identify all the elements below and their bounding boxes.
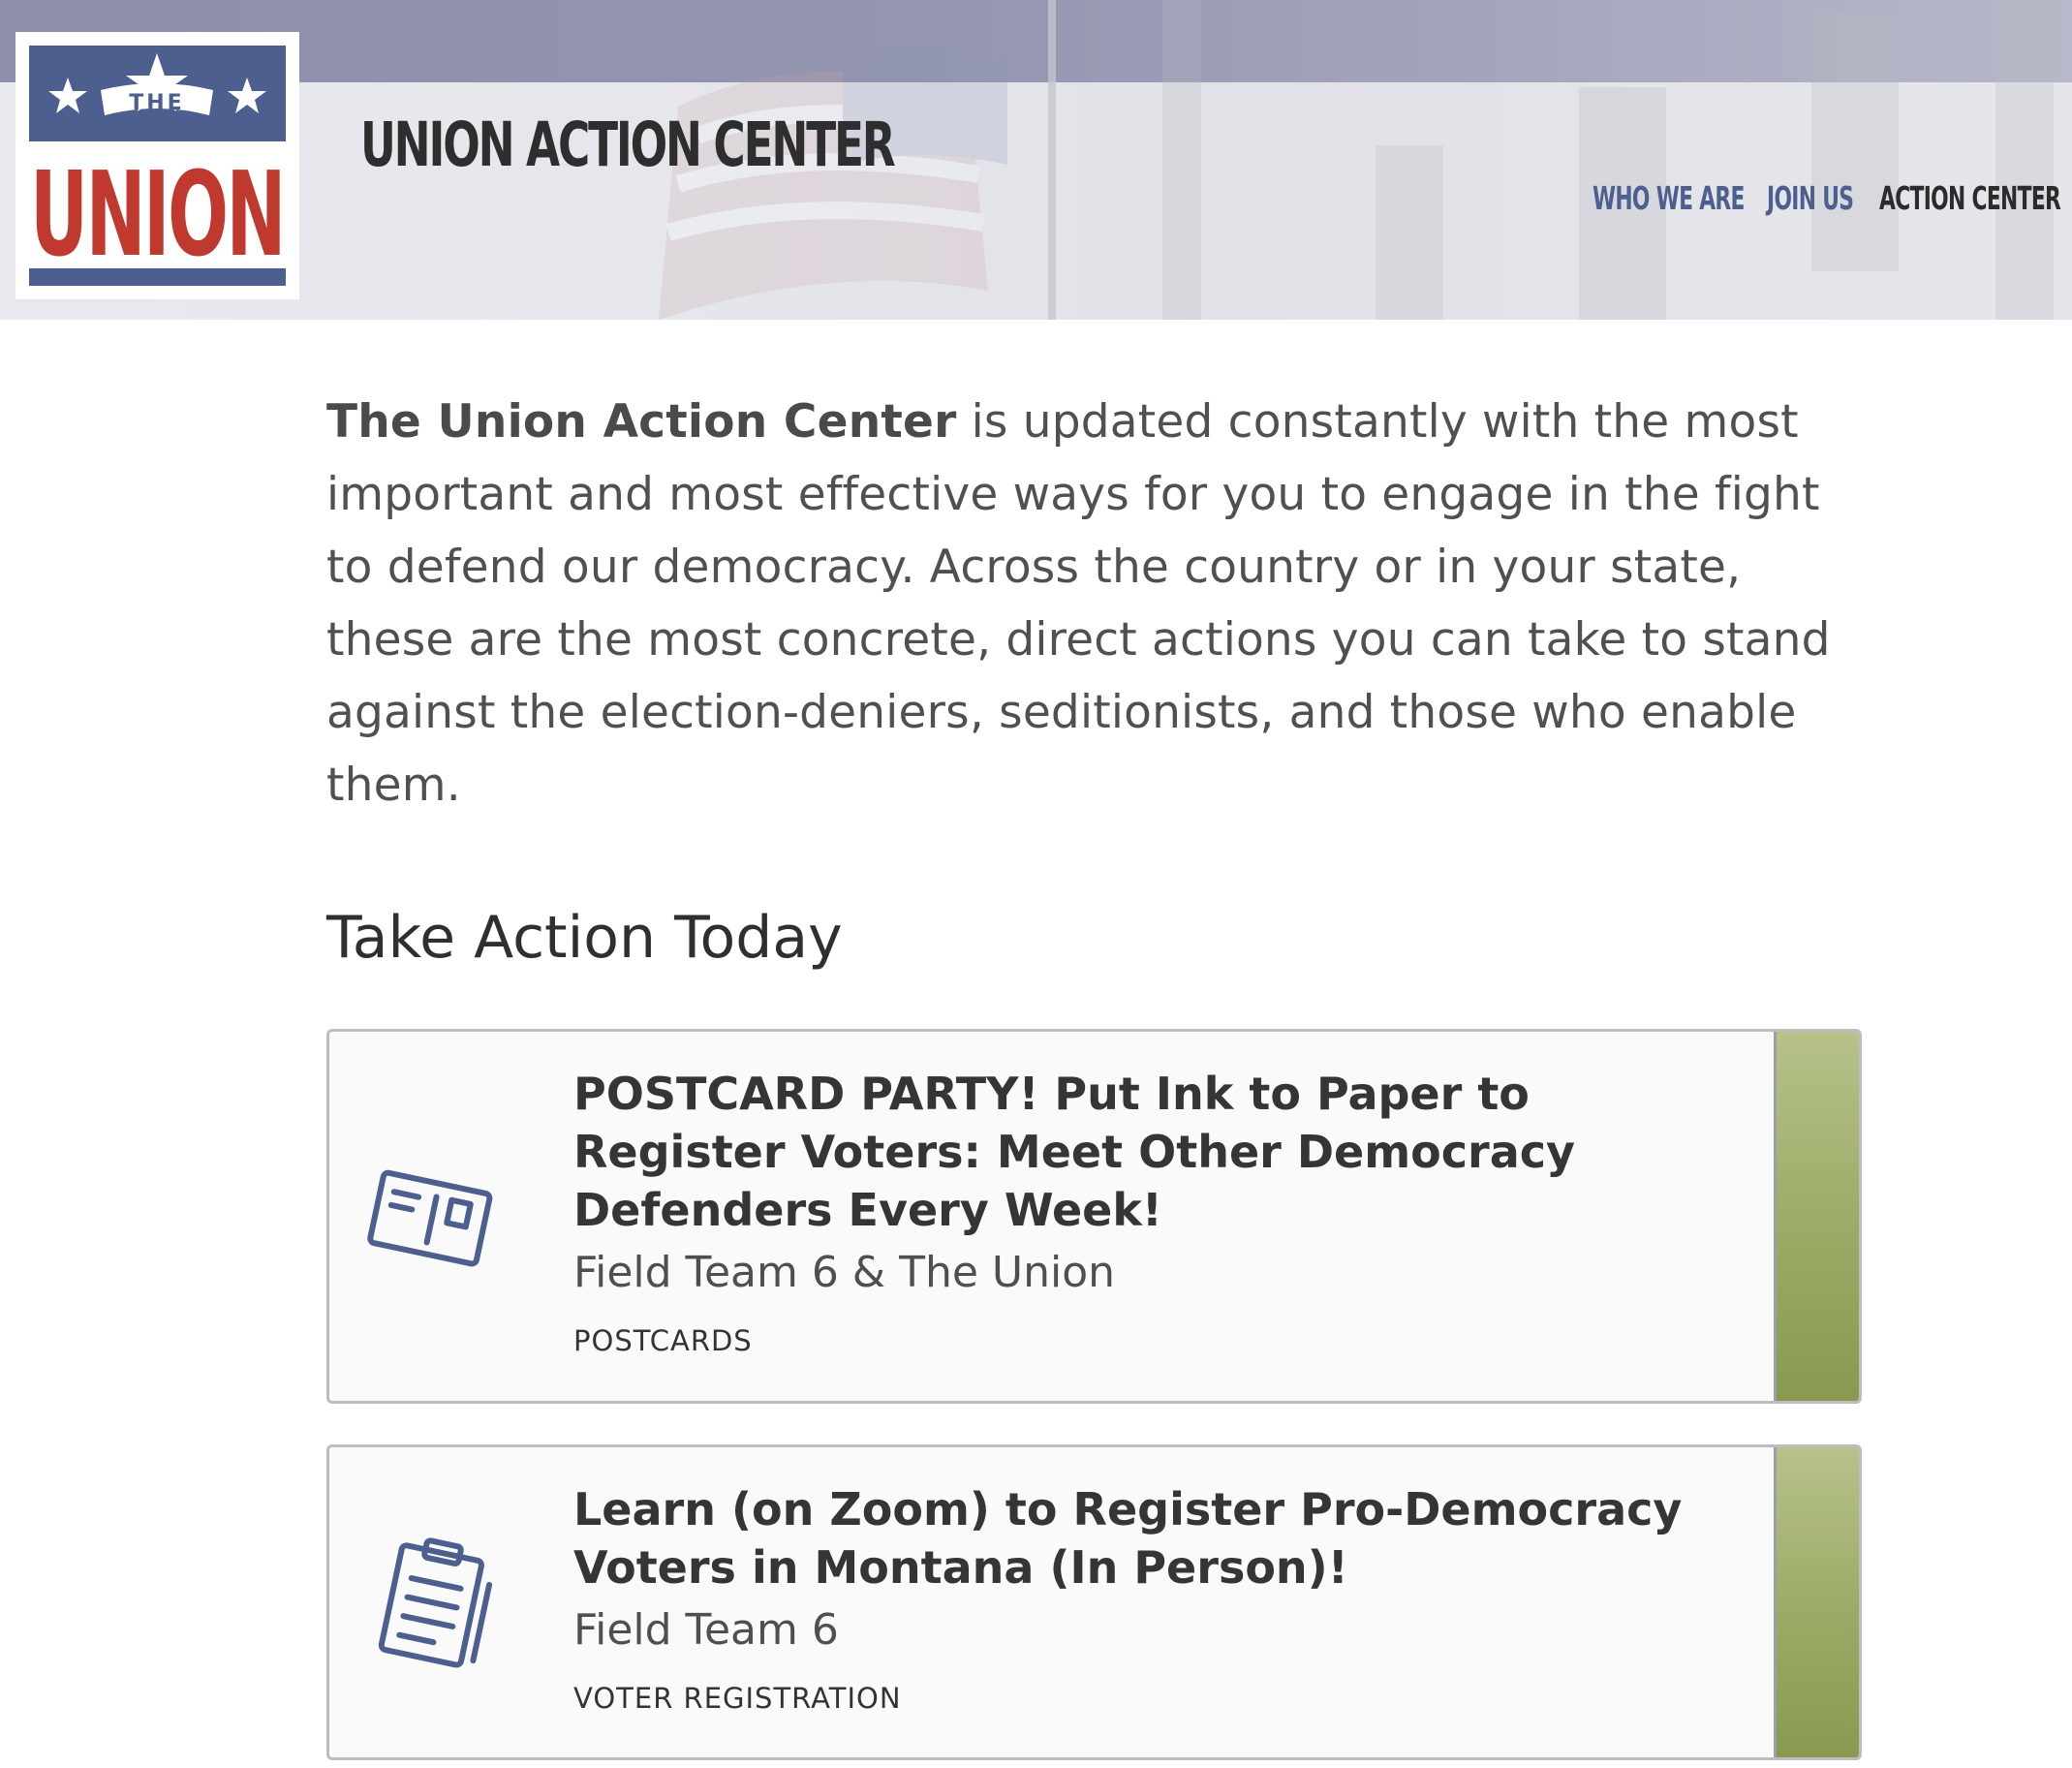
action-organization: Field Team 6 & The Union bbox=[573, 1248, 1116, 1297]
action-card[interactable]: Learn (on Zoom) to Register Pro-Democrac… bbox=[326, 1444, 1862, 1760]
card-accent-bar bbox=[1774, 1032, 1859, 1401]
action-title[interactable]: Learn (on Zoom) to Register Pro-Democrac… bbox=[573, 1480, 1716, 1597]
nav-item-action-center[interactable]: ACTION CENTER bbox=[1879, 182, 2061, 214]
postcard-icon bbox=[367, 1169, 493, 1267]
action-card-body: Learn (on Zoom) to Register Pro-Democrac… bbox=[573, 1480, 1716, 1715]
card-accent-bar bbox=[1774, 1447, 1859, 1757]
nav-item-join-us[interactable]: JOIN US bbox=[1767, 182, 1854, 214]
logo-mark: THE UNION bbox=[15, 32, 299, 299]
header-background-image bbox=[659, 0, 2054, 320]
action-card[interactable]: POSTCARD PARTY! Put Ink to Paper to Regi… bbox=[326, 1029, 1862, 1404]
intro-text: is updated constantly with the most impo… bbox=[326, 395, 1831, 812]
union-logo[interactable]: THE UNION bbox=[15, 32, 299, 299]
action-tag: VOTER REGISTRATION bbox=[573, 1682, 902, 1715]
intro-bold-lead: The Union Action Center bbox=[326, 395, 957, 449]
site-header: THE UNION UNION ACTION CENTER WHO WE ARE… bbox=[0, 0, 2072, 320]
main-nav: WHO WE ARE JOIN US ACTION CENTER bbox=[1593, 182, 2072, 214]
intro-paragraph: The Union Action Center is updated const… bbox=[326, 386, 1862, 822]
site-title: UNION ACTION CENTER bbox=[360, 109, 896, 180]
action-card-body: POSTCARD PARTY! Put Ink to Paper to Regi… bbox=[573, 1065, 1716, 1357]
clipboard-icon bbox=[378, 1537, 493, 1668]
logo-union-text: UNION bbox=[30, 148, 284, 283]
logo-the-text: THE bbox=[129, 91, 184, 115]
action-organization: Field Team 6 bbox=[573, 1605, 839, 1655]
nav-item-who-we-are[interactable]: WHO WE ARE bbox=[1593, 182, 1745, 214]
action-title[interactable]: POSTCARD PARTY! Put Ink to Paper to Regi… bbox=[573, 1065, 1716, 1239]
action-tag: POSTCARDS bbox=[573, 1324, 753, 1357]
section-heading: Take Action Today bbox=[326, 904, 843, 972]
